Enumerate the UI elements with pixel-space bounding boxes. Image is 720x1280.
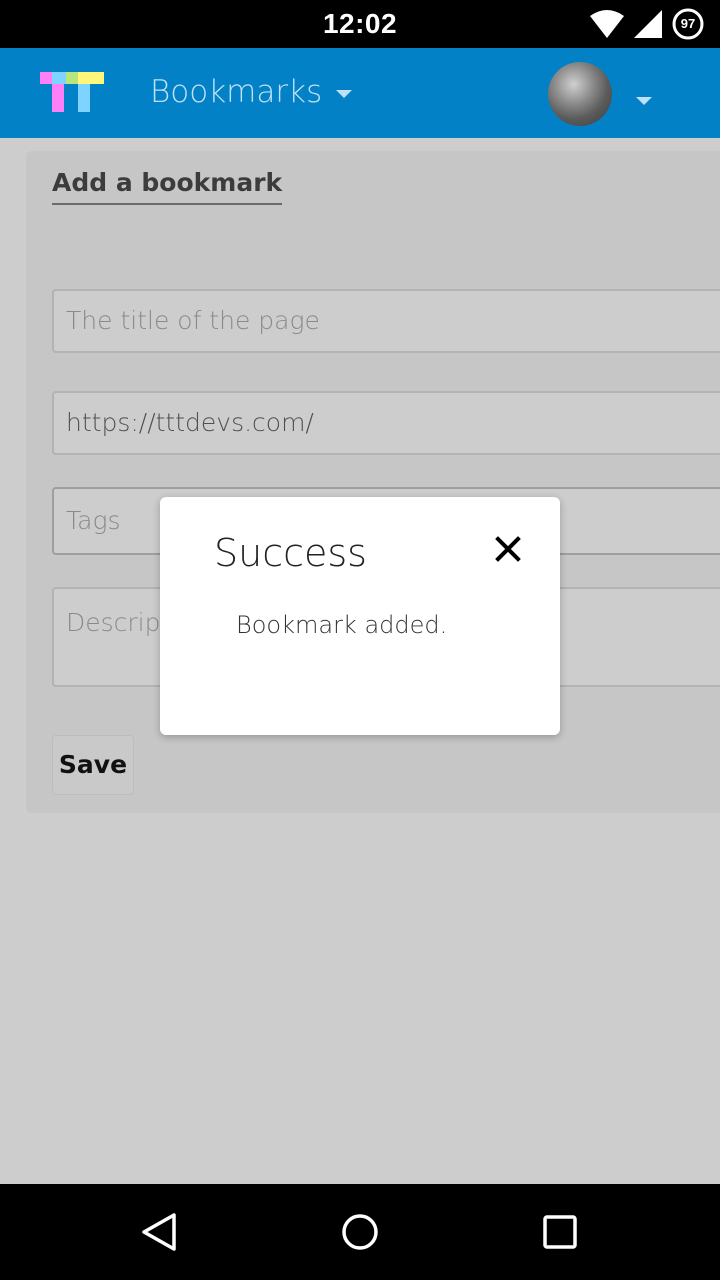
status-icons: 97 [590,8,704,40]
dialog-title: Success [214,531,367,575]
logo-block-6 [78,84,90,112]
status-bar: 12:02 97 [0,0,720,48]
bookmarks-label: Bookmarks [150,74,323,110]
account-menu-chevron-icon[interactable] [636,97,652,105]
system-nav-bar [0,1184,720,1280]
logo-block-2 [52,72,66,84]
chevron-down-icon [336,90,353,98]
logo-block-4 [78,72,104,84]
app-logo[interactable] [40,72,104,112]
url-input[interactable]: https://tttdevs.com/ [52,391,720,455]
title-input[interactable]: The title of the page [52,289,720,353]
dialog-message: Bookmark added. [236,611,448,639]
add-bookmark-heading[interactable]: Add a bookmark [52,168,283,205]
avatar[interactable] [548,62,612,126]
logo-block-3 [66,72,78,84]
app-bar: Bookmarks [0,48,720,138]
back-icon[interactable] [140,1212,180,1252]
save-button[interactable]: Save [52,735,134,795]
close-icon[interactable] [494,535,522,563]
success-dialog: Success Bookmark added. [160,497,560,735]
battery-level: 97 [680,16,696,31]
logo-block-5 [52,84,64,112]
home-icon[interactable] [340,1212,380,1252]
signal-icon [634,10,662,38]
bookmarks-dropdown[interactable]: Bookmarks [150,74,353,110]
wifi-icon [590,10,624,38]
recents-icon[interactable] [540,1212,580,1252]
battery-icon: 97 [672,8,704,40]
logo-block-1 [40,72,52,84]
